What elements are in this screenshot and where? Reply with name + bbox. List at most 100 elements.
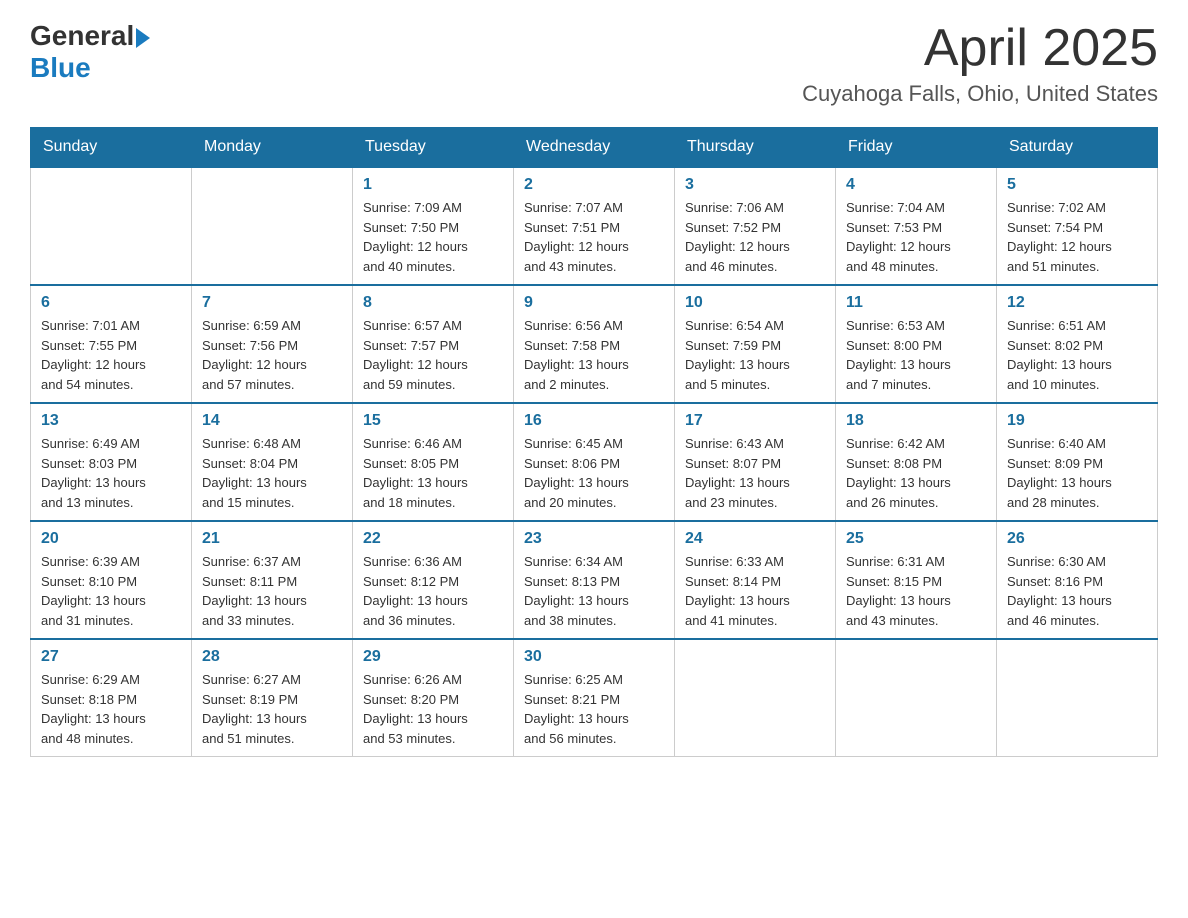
col-friday: Friday bbox=[836, 128, 997, 168]
calendar-cell: 29 Sunrise: 6:26 AMSunset: 8:20 PMDayligh… bbox=[353, 639, 514, 757]
day-info: Sunrise: 6:53 AMSunset: 8:00 PMDaylight:… bbox=[846, 316, 986, 394]
day-number: 21 bbox=[202, 530, 342, 548]
day-number: 23 bbox=[524, 530, 664, 548]
calendar-cell: 24 Sunrise: 6:33 AMSunset: 8:14 PMDayligh… bbox=[675, 521, 836, 639]
calendar-cell: 3 Sunrise: 7:06 AMSunset: 7:52 PMDaylight… bbox=[675, 167, 836, 285]
day-info: Sunrise: 6:51 AMSunset: 8:02 PMDaylight:… bbox=[1007, 316, 1147, 394]
calendar-cell: 25Sunrise: 6:31 AMSunset: 8:15 PMDayligh… bbox=[836, 521, 997, 639]
day-number: 12 bbox=[1007, 294, 1147, 312]
day-info: Sunrise: 6:40 AMSunset: 8:09 PMDaylight:… bbox=[1007, 434, 1147, 512]
day-number: 15 bbox=[363, 412, 503, 430]
day-info: Sunrise: 6:43 AMSunset: 8:07 PMDaylight:… bbox=[685, 434, 825, 512]
calendar-cell: 16Sunrise: 6:45 AMSunset: 8:06 PMDayligh… bbox=[514, 403, 675, 521]
calendar-header: Sunday Monday Tuesday Wednesday Thursday… bbox=[31, 128, 1158, 168]
day-number: 25 bbox=[846, 530, 986, 548]
logo: General Blue bbox=[30, 20, 150, 84]
header-row: Sunday Monday Tuesday Wednesday Thursday… bbox=[31, 128, 1158, 168]
day-info: Sunrise: 6:36 AMSunset: 8:12 PMDaylight:… bbox=[363, 552, 503, 630]
calendar-cell: 19 Sunrise: 6:40 AMSunset: 8:09 PMDayligh… bbox=[997, 403, 1158, 521]
calendar-cell: 8Sunrise: 6:57 AMSunset: 7:57 PMDaylight… bbox=[353, 285, 514, 403]
page-title: April 2025 bbox=[802, 20, 1158, 77]
day-number: 9 bbox=[524, 294, 664, 312]
day-info: Sunrise: 7:09 AMSunset: 7:50 PMDaylight:… bbox=[363, 198, 503, 276]
day-number: 17 bbox=[685, 412, 825, 430]
day-number: 30 bbox=[524, 648, 664, 666]
day-info: Sunrise: 6:48 AMSunset: 8:04 PMDaylight:… bbox=[202, 434, 342, 512]
calendar-cell: 5Sunrise: 7:02 AMSunset: 7:54 PMDaylight… bbox=[997, 167, 1158, 285]
day-number: 29 bbox=[363, 648, 503, 666]
day-info: Sunrise: 6:33 AMSunset: 8:14 PMDaylight:… bbox=[685, 552, 825, 630]
calendar-week-4: 20Sunrise: 6:39 AMSunset: 8:10 PMDayligh… bbox=[31, 521, 1158, 639]
day-info: Sunrise: 7:02 AMSunset: 7:54 PMDaylight:… bbox=[1007, 198, 1147, 276]
day-info: Sunrise: 6:26 AMSunset: 8:20 PMDaylight:… bbox=[363, 670, 503, 748]
day-number: 26 bbox=[1007, 530, 1147, 548]
calendar-week-1: 1 Sunrise: 7:09 AMSunset: 7:50 PMDaylight… bbox=[31, 167, 1158, 285]
day-info: Sunrise: 6:45 AMSunset: 8:06 PMDaylight:… bbox=[524, 434, 664, 512]
day-info: Sunrise: 7:06 AMSunset: 7:52 PMDaylight:… bbox=[685, 198, 825, 276]
day-number: 14 bbox=[202, 412, 342, 430]
day-number: 13 bbox=[41, 412, 181, 430]
calendar-cell: 1 Sunrise: 7:09 AMSunset: 7:50 PMDaylight… bbox=[353, 167, 514, 285]
calendar-cell: 23Sunrise: 6:34 AMSunset: 8:13 PMDayligh… bbox=[514, 521, 675, 639]
day-info: Sunrise: 6:42 AMSunset: 8:08 PMDaylight:… bbox=[846, 434, 986, 512]
day-info: Sunrise: 6:54 AMSunset: 7:59 PMDaylight:… bbox=[685, 316, 825, 394]
day-info: Sunrise: 6:30 AMSunset: 8:16 PMDaylight:… bbox=[1007, 552, 1147, 630]
day-number: 7 bbox=[202, 294, 342, 312]
day-number: 24 bbox=[685, 530, 825, 548]
calendar-cell bbox=[192, 167, 353, 285]
calendar-cell: 27 Sunrise: 6:29 AMSunset: 8:18 PMDayligh… bbox=[31, 639, 192, 757]
day-number: 19 bbox=[1007, 412, 1147, 430]
calendar-cell: 9 Sunrise: 6:56 AMSunset: 7:58 PMDaylight… bbox=[514, 285, 675, 403]
day-number: 10 bbox=[685, 294, 825, 312]
day-info: Sunrise: 6:56 AMSunset: 7:58 PMDaylight:… bbox=[524, 316, 664, 394]
day-number: 28 bbox=[202, 648, 342, 666]
calendar-cell: 7 Sunrise: 6:59 AMSunset: 7:56 PMDaylight… bbox=[192, 285, 353, 403]
col-thursday: Thursday bbox=[675, 128, 836, 168]
calendar-cell: 12 Sunrise: 6:51 AMSunset: 8:02 PMDayligh… bbox=[997, 285, 1158, 403]
day-info: Sunrise: 6:57 AMSunset: 7:57 PMDaylight:… bbox=[363, 316, 503, 394]
day-info: Sunrise: 7:07 AMSunset: 7:51 PMDaylight:… bbox=[524, 198, 664, 276]
page-subtitle: Cuyahoga Falls, Ohio, United States bbox=[802, 81, 1158, 107]
calendar-week-3: 13 Sunrise: 6:49 AMSunset: 8:03 PMDayligh… bbox=[31, 403, 1158, 521]
calendar-cell: 2 Sunrise: 7:07 AMSunset: 7:51 PMDaylight… bbox=[514, 167, 675, 285]
calendar-cell: 6 Sunrise: 7:01 AMSunset: 7:55 PMDaylight… bbox=[31, 285, 192, 403]
logo-arrow-icon bbox=[136, 28, 150, 48]
calendar-cell: 28Sunrise: 6:27 AMSunset: 8:19 PMDayligh… bbox=[192, 639, 353, 757]
calendar-cell: 15 Sunrise: 6:46 AMSunset: 8:05 PMDayligh… bbox=[353, 403, 514, 521]
calendar-cell bbox=[675, 639, 836, 757]
day-number: 20 bbox=[41, 530, 181, 548]
calendar-cell: 30Sunrise: 6:25 AMSunset: 8:21 PMDayligh… bbox=[514, 639, 675, 757]
col-wednesday: Wednesday bbox=[514, 128, 675, 168]
day-number: 2 bbox=[524, 176, 664, 194]
page-header: General Blue April 2025 Cuyahoga Falls, … bbox=[30, 20, 1158, 107]
day-number: 6 bbox=[41, 294, 181, 312]
day-info: Sunrise: 6:29 AMSunset: 8:18 PMDaylight:… bbox=[41, 670, 181, 748]
calendar-table: Sunday Monday Tuesday Wednesday Thursday… bbox=[30, 127, 1158, 757]
col-tuesday: Tuesday bbox=[353, 128, 514, 168]
calendar-week-2: 6 Sunrise: 7:01 AMSunset: 7:55 PMDaylight… bbox=[31, 285, 1158, 403]
logo-general: General bbox=[30, 20, 134, 52]
col-sunday: Sunday bbox=[31, 128, 192, 168]
day-number: 22 bbox=[363, 530, 503, 548]
day-number: 11 bbox=[846, 294, 986, 312]
day-info: Sunrise: 7:01 AMSunset: 7:55 PMDaylight:… bbox=[41, 316, 181, 394]
day-number: 4 bbox=[846, 176, 986, 194]
calendar-cell: 11 Sunrise: 6:53 AMSunset: 8:00 PMDayligh… bbox=[836, 285, 997, 403]
logo-blue: Blue bbox=[30, 52, 150, 84]
day-info: Sunrise: 6:49 AMSunset: 8:03 PMDaylight:… bbox=[41, 434, 181, 512]
calendar-cell: 13 Sunrise: 6:49 AMSunset: 8:03 PMDayligh… bbox=[31, 403, 192, 521]
calendar-cell bbox=[31, 167, 192, 285]
calendar-cell: 26 Sunrise: 6:30 AMSunset: 8:16 PMDayligh… bbox=[997, 521, 1158, 639]
calendar-cell: 17 Sunrise: 6:43 AMSunset: 8:07 PMDayligh… bbox=[675, 403, 836, 521]
calendar-cell: 20Sunrise: 6:39 AMSunset: 8:10 PMDayligh… bbox=[31, 521, 192, 639]
day-info: Sunrise: 6:59 AMSunset: 7:56 PMDaylight:… bbox=[202, 316, 342, 394]
calendar-cell bbox=[836, 639, 997, 757]
day-number: 27 bbox=[41, 648, 181, 666]
day-info: Sunrise: 6:37 AMSunset: 8:11 PMDaylight:… bbox=[202, 552, 342, 630]
day-number: 18 bbox=[846, 412, 986, 430]
day-number: 1 bbox=[363, 176, 503, 194]
day-info: Sunrise: 6:46 AMSunset: 8:05 PMDaylight:… bbox=[363, 434, 503, 512]
calendar-cell: 14 Sunrise: 6:48 AMSunset: 8:04 PMDayligh… bbox=[192, 403, 353, 521]
day-number: 3 bbox=[685, 176, 825, 194]
calendar-cell: 10 Sunrise: 6:54 AMSunset: 7:59 PMDayligh… bbox=[675, 285, 836, 403]
